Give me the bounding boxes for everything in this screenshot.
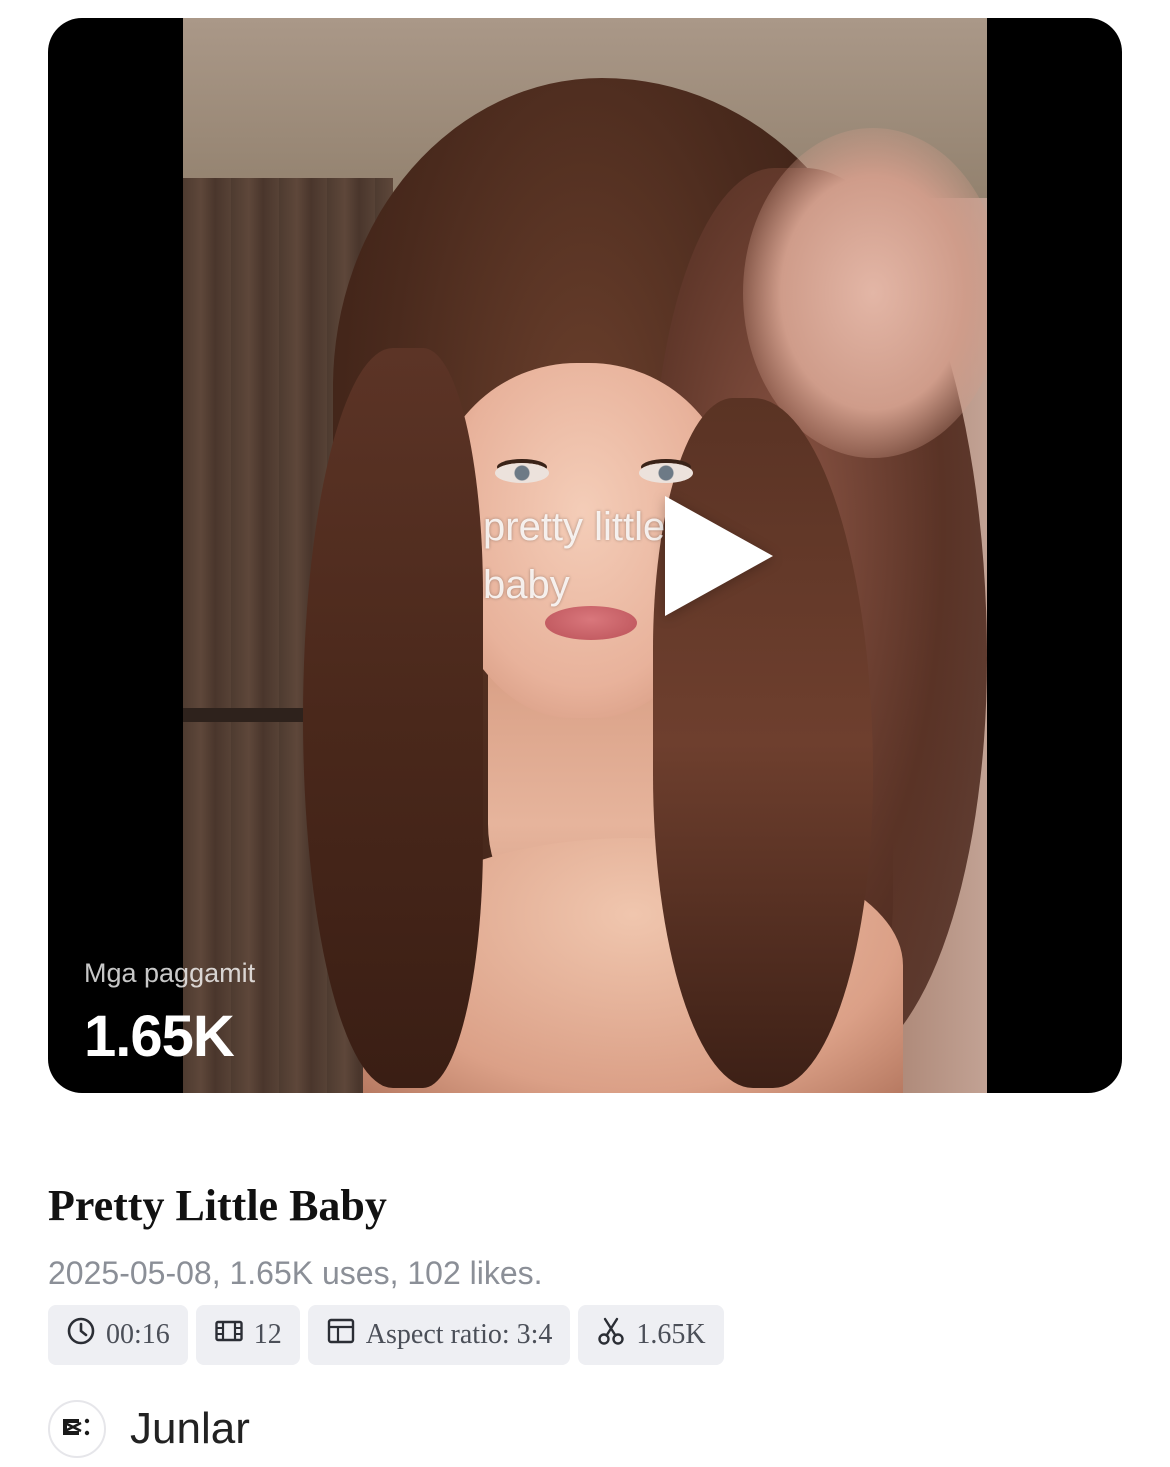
- scissors-icon: [596, 1316, 626, 1354]
- template-tags: 00:16 12 Aspect ratio: 3:4 1.65K: [48, 1305, 724, 1365]
- avatar[interactable]: [48, 1400, 106, 1458]
- template-title: Pretty Little Baby: [48, 1181, 387, 1230]
- film-icon: [214, 1316, 244, 1354]
- duration-tag: 00:16: [48, 1305, 188, 1365]
- uses-tag: 1.65K: [578, 1305, 724, 1365]
- capcut-logo-icon: [57, 1407, 97, 1452]
- aspect-ratio-tag: Aspect ratio: 3:4: [307, 1305, 571, 1365]
- author-row[interactable]: Junlar: [48, 1400, 250, 1458]
- template-meta: 2025-05-08, 1.65K uses, 102 likes.: [48, 1255, 543, 1291]
- uses-count: 1.65K: [636, 1319, 706, 1350]
- play-icon[interactable]: [665, 496, 773, 616]
- clips-tag: 12: [195, 1305, 300, 1365]
- clock-icon: [66, 1316, 96, 1354]
- caption-line-2: baby: [483, 563, 570, 607]
- duration-value: 00:16: [106, 1319, 170, 1350]
- author-name[interactable]: Junlar: [130, 1404, 250, 1454]
- uses-overlay: Mga paggamit 1.65K: [84, 958, 255, 1070]
- uses-value: 1.65K: [84, 1004, 235, 1069]
- video-preview[interactable]: pretty little baby Mga paggamit 1.65K: [48, 18, 1122, 1093]
- layout-icon: [326, 1316, 356, 1354]
- clips-count: 12: [253, 1319, 282, 1350]
- video-thumbnail: pretty little baby: [183, 18, 987, 1093]
- aspect-ratio-value: Aspect ratio: 3:4: [365, 1319, 553, 1350]
- uses-label: Mga paggamit: [84, 958, 256, 988]
- caption-line-1: pretty little: [483, 505, 666, 549]
